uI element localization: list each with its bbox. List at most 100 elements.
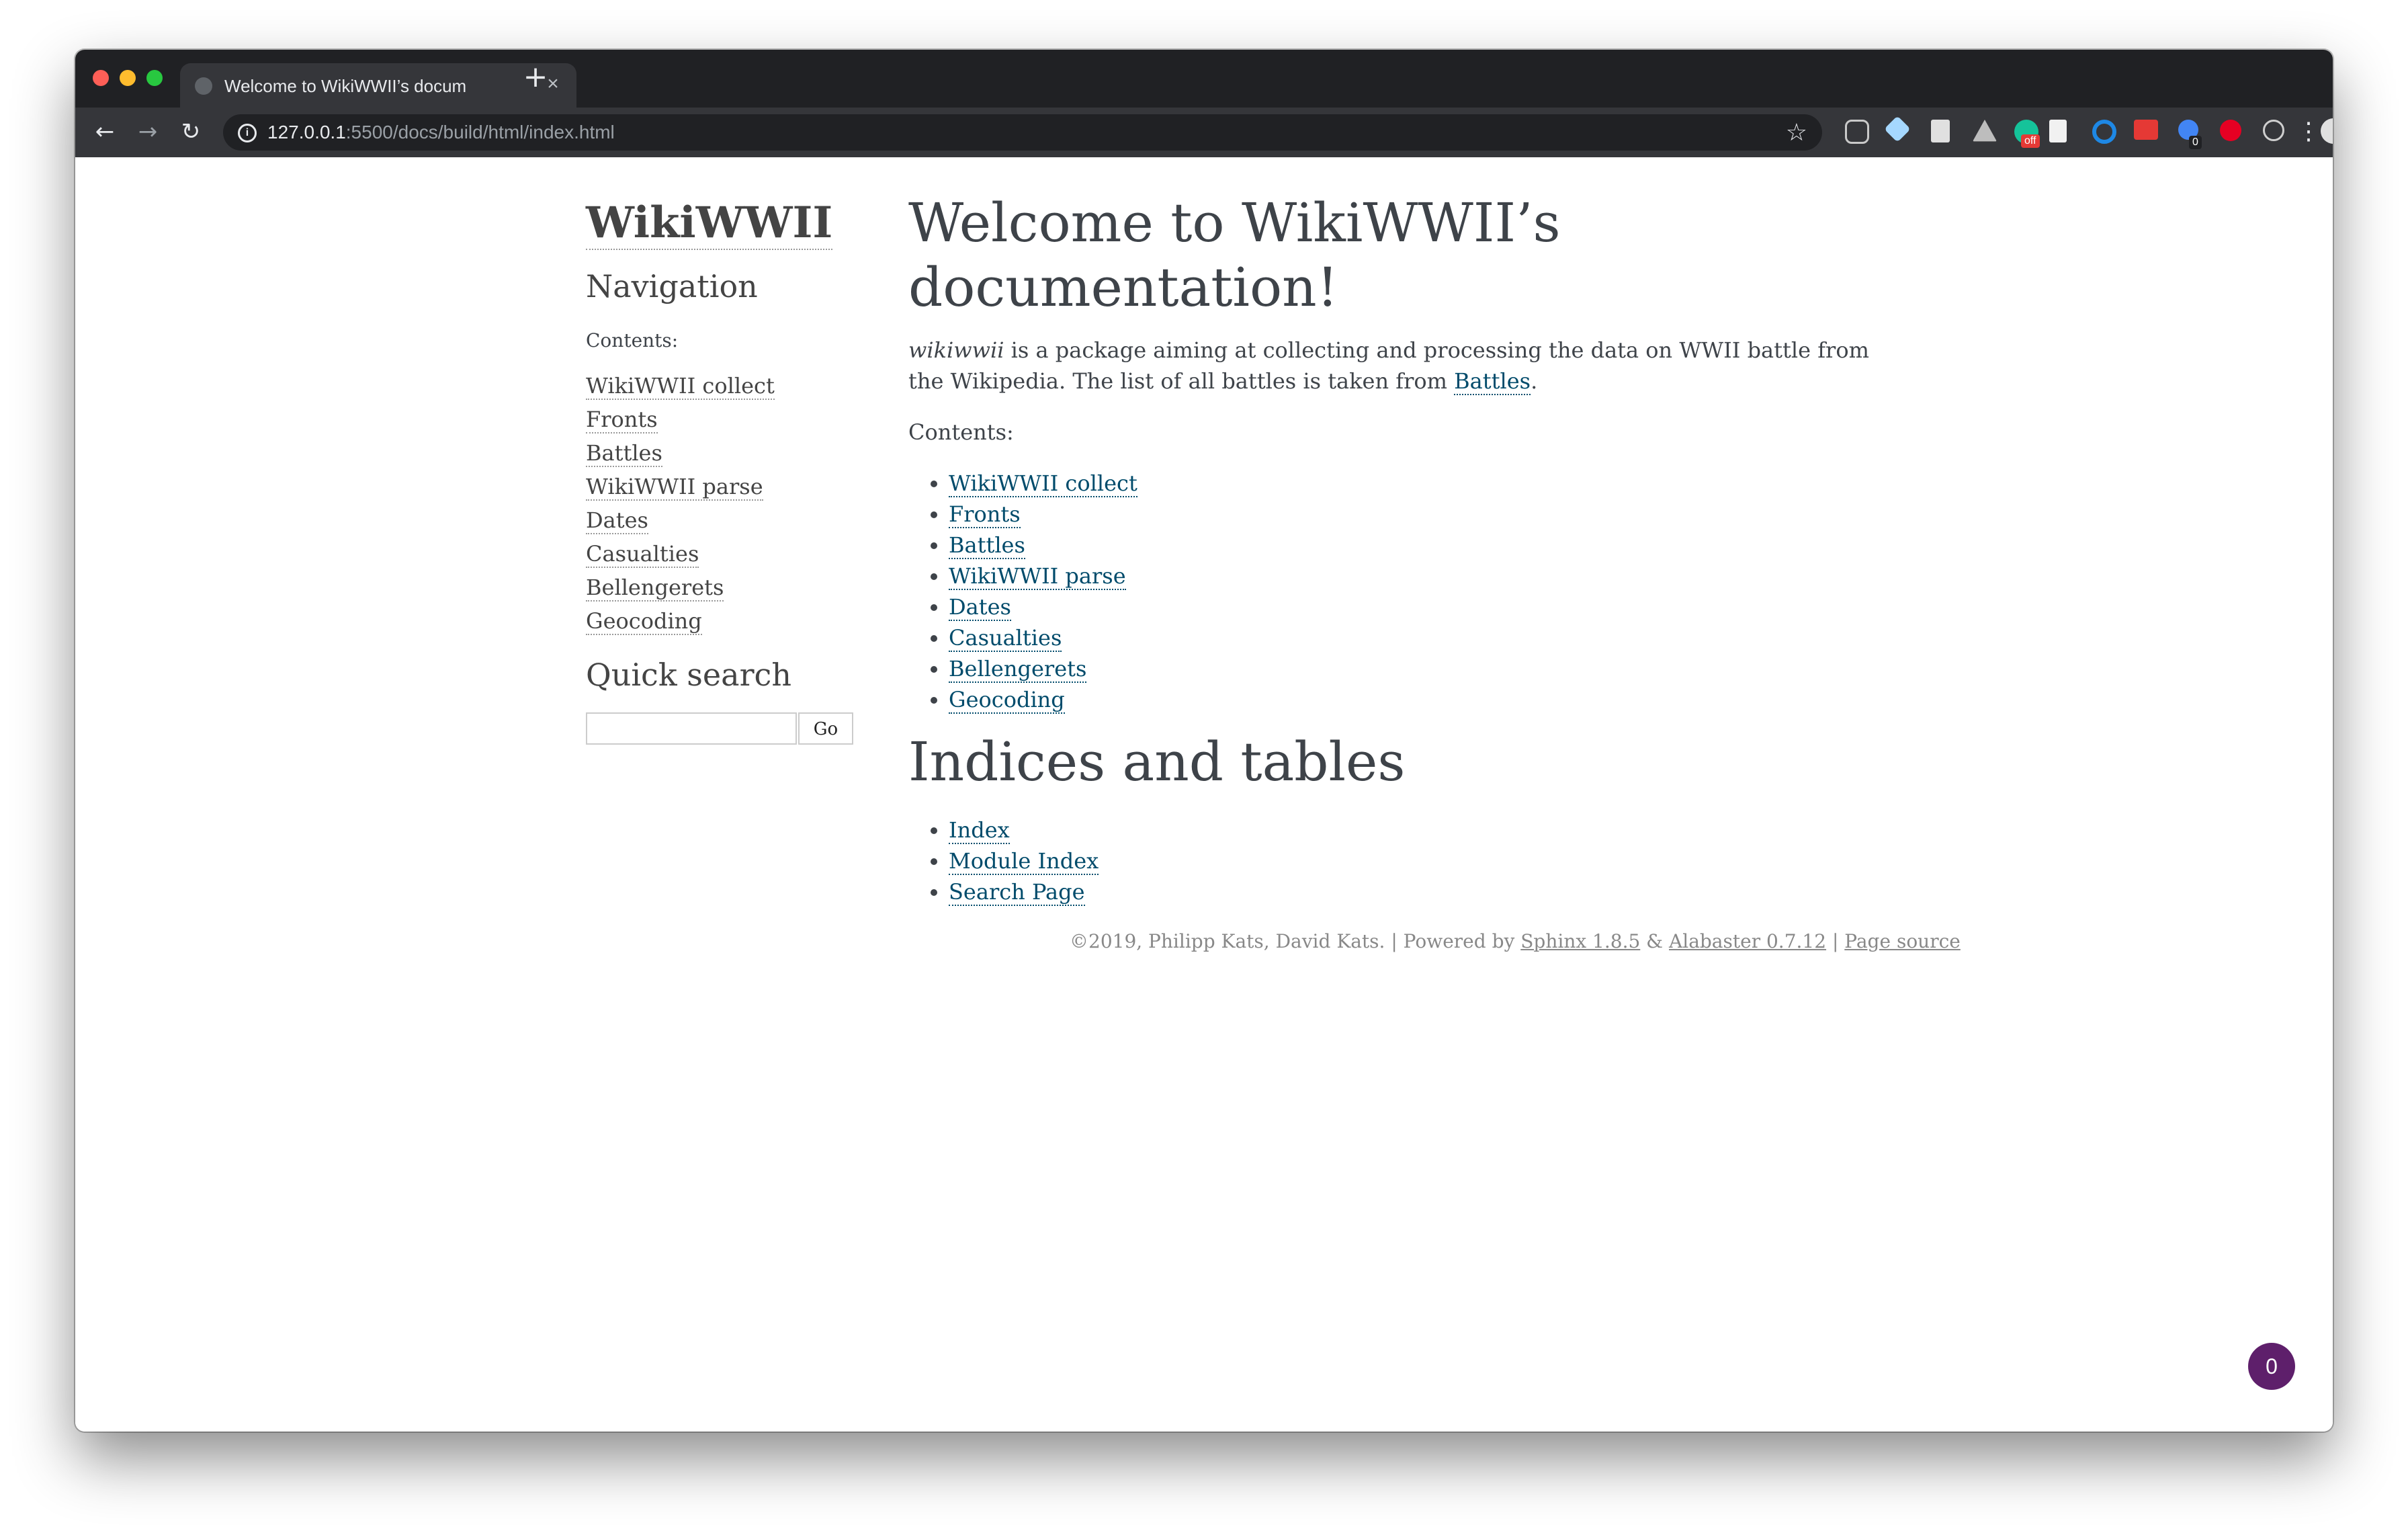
footer: ©2019, Philipp Kats, David Kats. | Power…: [1070, 930, 1961, 952]
info-icon[interactable]: i: [238, 124, 257, 142]
document-extension-icon[interactable]: [1931, 120, 1950, 142]
page-title: Welcome to WikiWWII’s documentation!: [908, 191, 1903, 320]
sidebar-list-item: Bellengerets: [586, 574, 882, 608]
package-name: wikiwwii: [908, 337, 1004, 363]
toc-link-bellengerets[interactable]: Bellengerets: [949, 656, 1087, 683]
sidebar-list-item: Dates: [586, 507, 882, 540]
indices-item: Module Index: [949, 845, 1903, 876]
pinterest-extension-icon[interactable]: [2220, 120, 2241, 141]
toc-item: Battles: [949, 530, 1903, 561]
search-go-button[interactable]: Go: [798, 712, 853, 745]
minimize-window-button[interactable]: [120, 70, 136, 86]
pocket-extension-icon[interactable]: [1845, 120, 1869, 144]
note-extension-icon[interactable]: [2049, 120, 2067, 142]
toc-link-wikiwwii-parse[interactable]: WikiWWII parse: [949, 563, 1126, 590]
navigation-heading: Navigation: [586, 268, 758, 304]
quick-search-heading: Quick search: [586, 657, 791, 693]
forward-icon[interactable]: →: [132, 116, 164, 148]
sidebar-contents-caption: Contents:: [586, 329, 679, 351]
globe-icon: [195, 77, 212, 95]
avatar[interactable]: [2321, 118, 2333, 144]
search-page-link[interactable]: Search Page: [949, 879, 1085, 906]
extension-badge-count: 0: [2189, 136, 2202, 149]
diamond-extension-icon[interactable]: [1884, 116, 1911, 142]
sidebar-item-casualties[interactable]: Casualties: [586, 541, 699, 568]
address-bar[interactable]: i 127.0.0.1:5500/docs/build/html/index.h…: [223, 114, 1822, 151]
notification-badge[interactable]: 0: [2248, 1343, 2295, 1390]
tab-title: Welcome to WikiWWII’s docum: [224, 77, 467, 95]
maximize-window-button[interactable]: [146, 70, 163, 86]
close-window-button[interactable]: [93, 70, 109, 86]
toc-link-wikiwwii-collect[interactable]: WikiWWII collect: [949, 470, 1137, 497]
toc-item: Dates: [949, 591, 1903, 622]
battles-link[interactable]: Battles: [1454, 368, 1531, 395]
sidebar-item-wikiwwii-parse[interactable]: WikiWWII parse: [586, 474, 763, 501]
toc-link-casualties[interactable]: Casualties: [949, 625, 1062, 652]
sidebar-list-item: Casualties: [586, 540, 882, 574]
browser-toolbar: ← → ↻ i 127.0.0.1:5500/docs/build/html/i…: [75, 108, 2333, 157]
page-content: WikiWWII Navigation Contents: WikiWWII c…: [75, 157, 2333, 1432]
footer-amp: &: [1640, 930, 1670, 952]
sidebar-item-wikiwwii-collect[interactable]: WikiWWII collect: [586, 373, 775, 400]
module-index-link[interactable]: Module Index: [949, 848, 1099, 875]
browser-window: Welcome to WikiWWII’s docum × + ← → ↻ i …: [75, 50, 2333, 1432]
new-tab-button[interactable]: +: [519, 60, 552, 94]
main-body: Welcome to WikiWWII’s documentation! wiki…: [908, 191, 1903, 907]
url-host: 127.0.0.1: [267, 122, 346, 142]
contents-caption: Contents:: [908, 419, 1014, 445]
ring-extension-icon[interactable]: [2092, 120, 2116, 144]
sidebar-list-item: Geocoding: [586, 608, 882, 641]
indices-heading: Indices and tables: [908, 731, 1406, 793]
intro-paragraph: wikiwwii is a package aiming at collecti…: [908, 335, 1903, 397]
toc-link-dates[interactable]: Dates: [949, 594, 1011, 621]
reload-icon[interactable]: ↻: [175, 116, 207, 148]
url-path: :5500/docs/build/html/index.html: [345, 122, 615, 142]
page-source-link[interactable]: Page source: [1844, 930, 1961, 952]
toc-link-geocoding[interactable]: Geocoding: [949, 687, 1065, 714]
sphinx-link[interactable]: Sphinx 1.8.5: [1520, 930, 1640, 952]
sidebar-list-item: WikiWWII collect: [586, 372, 882, 406]
sidebar-list-item: Battles: [586, 440, 882, 473]
sidebar-item-bellengerets[interactable]: Bellengerets: [586, 575, 724, 602]
tab-active[interactable]: Welcome to WikiWWII’s docum ×: [180, 63, 576, 108]
indices-list: Index Module Index Search Page: [908, 815, 1903, 907]
site-logo-link[interactable]: WikiWWII: [586, 198, 833, 250]
toc-link-fronts[interactable]: Fronts: [949, 501, 1021, 528]
sidebar-list-item: WikiWWII parse: [586, 473, 882, 507]
back-icon[interactable]: ←: [89, 116, 121, 148]
index-link[interactable]: Index: [949, 817, 1010, 844]
toc-list: WikiWWII collect Fronts Battles WikiWWII…: [908, 468, 1903, 715]
alabaster-link[interactable]: Alabaster 0.7.12: [1669, 930, 1826, 952]
toc-item: WikiWWII parse: [949, 561, 1903, 591]
extension-badge-off: off: [2021, 134, 2040, 148]
toc-item: Fronts: [949, 499, 1903, 530]
lastpass-extension-icon[interactable]: [2134, 120, 2158, 140]
sidebar-item-fronts[interactable]: Fronts: [586, 407, 658, 433]
toc-item: Bellengerets: [949, 653, 1903, 684]
footer-copyright: ©2019, Philipp Kats, David Kats. | Power…: [1070, 930, 1521, 952]
tab-strip: Welcome to WikiWWII’s docum × +: [75, 50, 2333, 108]
browser-menu-icon[interactable]: ⋮: [2296, 116, 2321, 148]
sidebar-list-item: Fronts: [586, 406, 882, 440]
footer-separator: |: [1826, 930, 1845, 952]
toc-item: WikiWWII collect: [949, 468, 1903, 499]
intro-text: is a package aiming at collecting and pr…: [908, 337, 1869, 394]
intro-period: .: [1531, 368, 1538, 394]
quick-search-form: Go: [586, 712, 882, 747]
react-extension-icon[interactable]: [2263, 120, 2284, 141]
toc-item: Geocoding: [949, 684, 1903, 715]
toc-item: Casualties: [949, 622, 1903, 653]
url-text[interactable]: 127.0.0.1:5500/docs/build/html/index.htm…: [267, 122, 615, 142]
page-title-line1: Welcome to WikiWWII’s: [908, 192, 1561, 254]
sidebar-item-battles[interactable]: Battles: [586, 440, 662, 467]
page-title-line2: documentation!: [908, 256, 1338, 319]
bookmark-star-icon[interactable]: ☆: [1786, 120, 1807, 145]
indices-item: Search Page: [949, 876, 1903, 907]
sidebar: WikiWWII Navigation Contents: WikiWWII c…: [586, 198, 882, 747]
drive-extension-icon[interactable]: [1973, 120, 1997, 142]
search-input[interactable]: [586, 712, 797, 745]
toc-link-battles[interactable]: Battles: [949, 532, 1025, 559]
sidebar-item-dates[interactable]: Dates: [586, 507, 648, 534]
sidebar-item-geocoding[interactable]: Geocoding: [586, 608, 702, 635]
indices-item: Index: [949, 815, 1903, 845]
